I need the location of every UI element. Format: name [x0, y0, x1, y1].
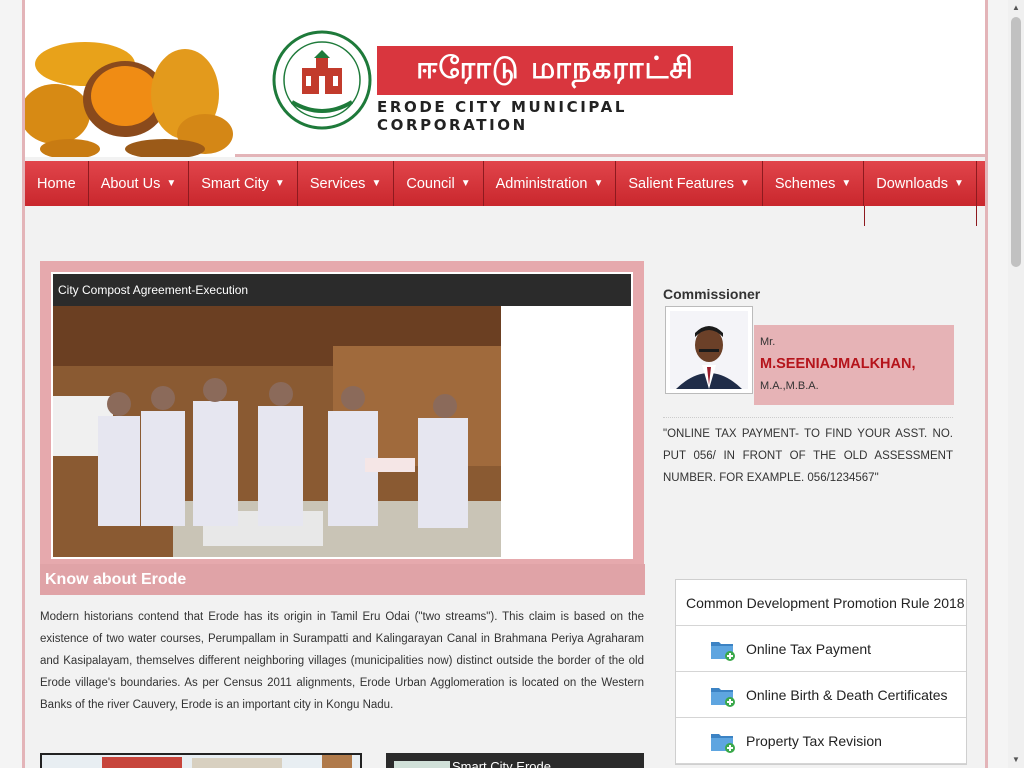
corporation-emblem-logo [272, 30, 372, 130]
smart-city-thumbnail[interactable]: Smart City Erode [386, 753, 644, 768]
nav-smart-city[interactable]: Smart City ▼ [189, 161, 298, 206]
commissioner-qualification: M.A.,M.B.A. [760, 380, 819, 392]
gallery-thumbnail[interactable] [40, 753, 362, 768]
commissioner-title: Commissioner [663, 286, 761, 302]
nav-downloads-label: Downloads [876, 175, 948, 192]
nav-downloads[interactable]: Downloads ▼ [864, 161, 977, 226]
slider-inner: City Compost Agreement-Execution [51, 272, 633, 559]
tax-payment-notice: "ONLINE TAX PAYMENT- TO FIND YOUR ASST. … [663, 428, 953, 484]
turmeric-banner-image [25, 24, 235, 157]
commissioner-photo [665, 306, 753, 394]
nav-services-label: Services [309, 175, 366, 192]
scroll-down-arrow-icon[interactable]: ▼ [1008, 752, 1024, 768]
quick-link-birth-death-certificates[interactable]: Online Birth & Death Certificates [676, 672, 966, 718]
thumbnail-image [394, 761, 450, 768]
quick-link-cdpr-2018[interactable]: Common Development Promotion Rule 2018 [676, 580, 966, 626]
nav-smart-city-label: Smart City [201, 175, 269, 192]
nav-home-label: Home [37, 175, 76, 192]
quick-link-label: Online Birth & Death Certificates [746, 686, 948, 703]
site-header: ஈரோடு மாநகராட்சி ERODE CITY MUNICIPAL CO… [25, 0, 985, 157]
caret-down-icon: ▼ [274, 178, 285, 189]
scrollbar-thumb[interactable] [1011, 17, 1021, 267]
thumbnail-image [42, 755, 360, 768]
nav-home[interactable]: Home [25, 161, 89, 206]
caret-down-icon: ▼ [739, 178, 750, 189]
slide-photo [53, 306, 501, 557]
folder-add-icon [711, 687, 735, 707]
slide-caption: City Compost Agreement-Execution [53, 274, 631, 306]
quick-link-cdpr-label: Common Development Promotion Rule 2018 [686, 594, 965, 611]
nav-administration-label: Administration [495, 175, 588, 192]
image-slider[interactable]: City Compost Agreement-Execution [40, 261, 644, 564]
folder-add-icon [711, 641, 735, 661]
commissioner-portrait [670, 311, 748, 389]
nav-administration[interactable]: Administration ▼ [484, 161, 617, 206]
nav-services[interactable]: Services ▼ [298, 161, 395, 206]
nav-council[interactable]: Council ▼ [394, 161, 484, 206]
tamil-title-banner: ஈரோடு மாநகராட்சி [377, 46, 733, 95]
page-container: ஈரோடு மாநகராட்சி ERODE CITY MUNICIPAL CO… [22, 0, 988, 768]
nav-council-label: Council [406, 175, 455, 192]
nav-about-us[interactable]: About Us ▼ [89, 161, 190, 206]
commissioner-name: M.SEENIAJMALKHAN, [760, 356, 916, 372]
nav-about-us-label: About Us [100, 175, 161, 192]
quick-link-online-tax-payment[interactable]: Online Tax Payment [676, 626, 966, 672]
smart-city-thumbnail-label: Smart City Erode [452, 759, 551, 768]
english-title: ERODE CITY MUNICIPAL CORPORATION [377, 98, 627, 134]
nav-schemes-label: Schemes [774, 175, 836, 192]
quick-links-panel: Common Development Promotion Rule 2018 O… [675, 579, 967, 765]
caret-down-icon: ▼ [593, 178, 604, 189]
quick-link-label: Online Tax Payment [746, 640, 872, 657]
nav-salient-features-label: Salient Features [628, 175, 734, 192]
caret-down-icon: ▼ [166, 178, 177, 189]
quick-link-property-tax-revision[interactable]: Property Tax Revision [676, 718, 966, 764]
vertical-scrollbar[interactable]: ▲ ▼ [1008, 0, 1024, 768]
caret-down-icon: ▼ [841, 178, 852, 189]
nav-salient-features[interactable]: Salient Features ▼ [616, 161, 763, 206]
caret-down-icon: ▼ [954, 178, 964, 189]
scroll-up-arrow-icon[interactable]: ▲ [1008, 0, 1024, 16]
commissioner-info: Mr. M.SEENIAJMALKHAN, M.A.,M.B.A. [754, 325, 954, 405]
divider [663, 417, 953, 418]
caret-down-icon: ▼ [460, 178, 471, 189]
nav-schemes[interactable]: Schemes ▼ [763, 161, 865, 206]
caret-down-icon: ▼ [371, 178, 382, 189]
know-about-heading: Know about Erode [40, 564, 645, 595]
folder-add-icon [711, 733, 735, 753]
commissioner-prefix: Mr. [760, 336, 776, 348]
know-about-text: Modern historians contend that Erode has… [40, 611, 644, 711]
main-navigation: Home About Us ▼ Smart City ▼ Services ▼ … [25, 161, 985, 226]
quick-link-label: Property Tax Revision [746, 732, 882, 749]
